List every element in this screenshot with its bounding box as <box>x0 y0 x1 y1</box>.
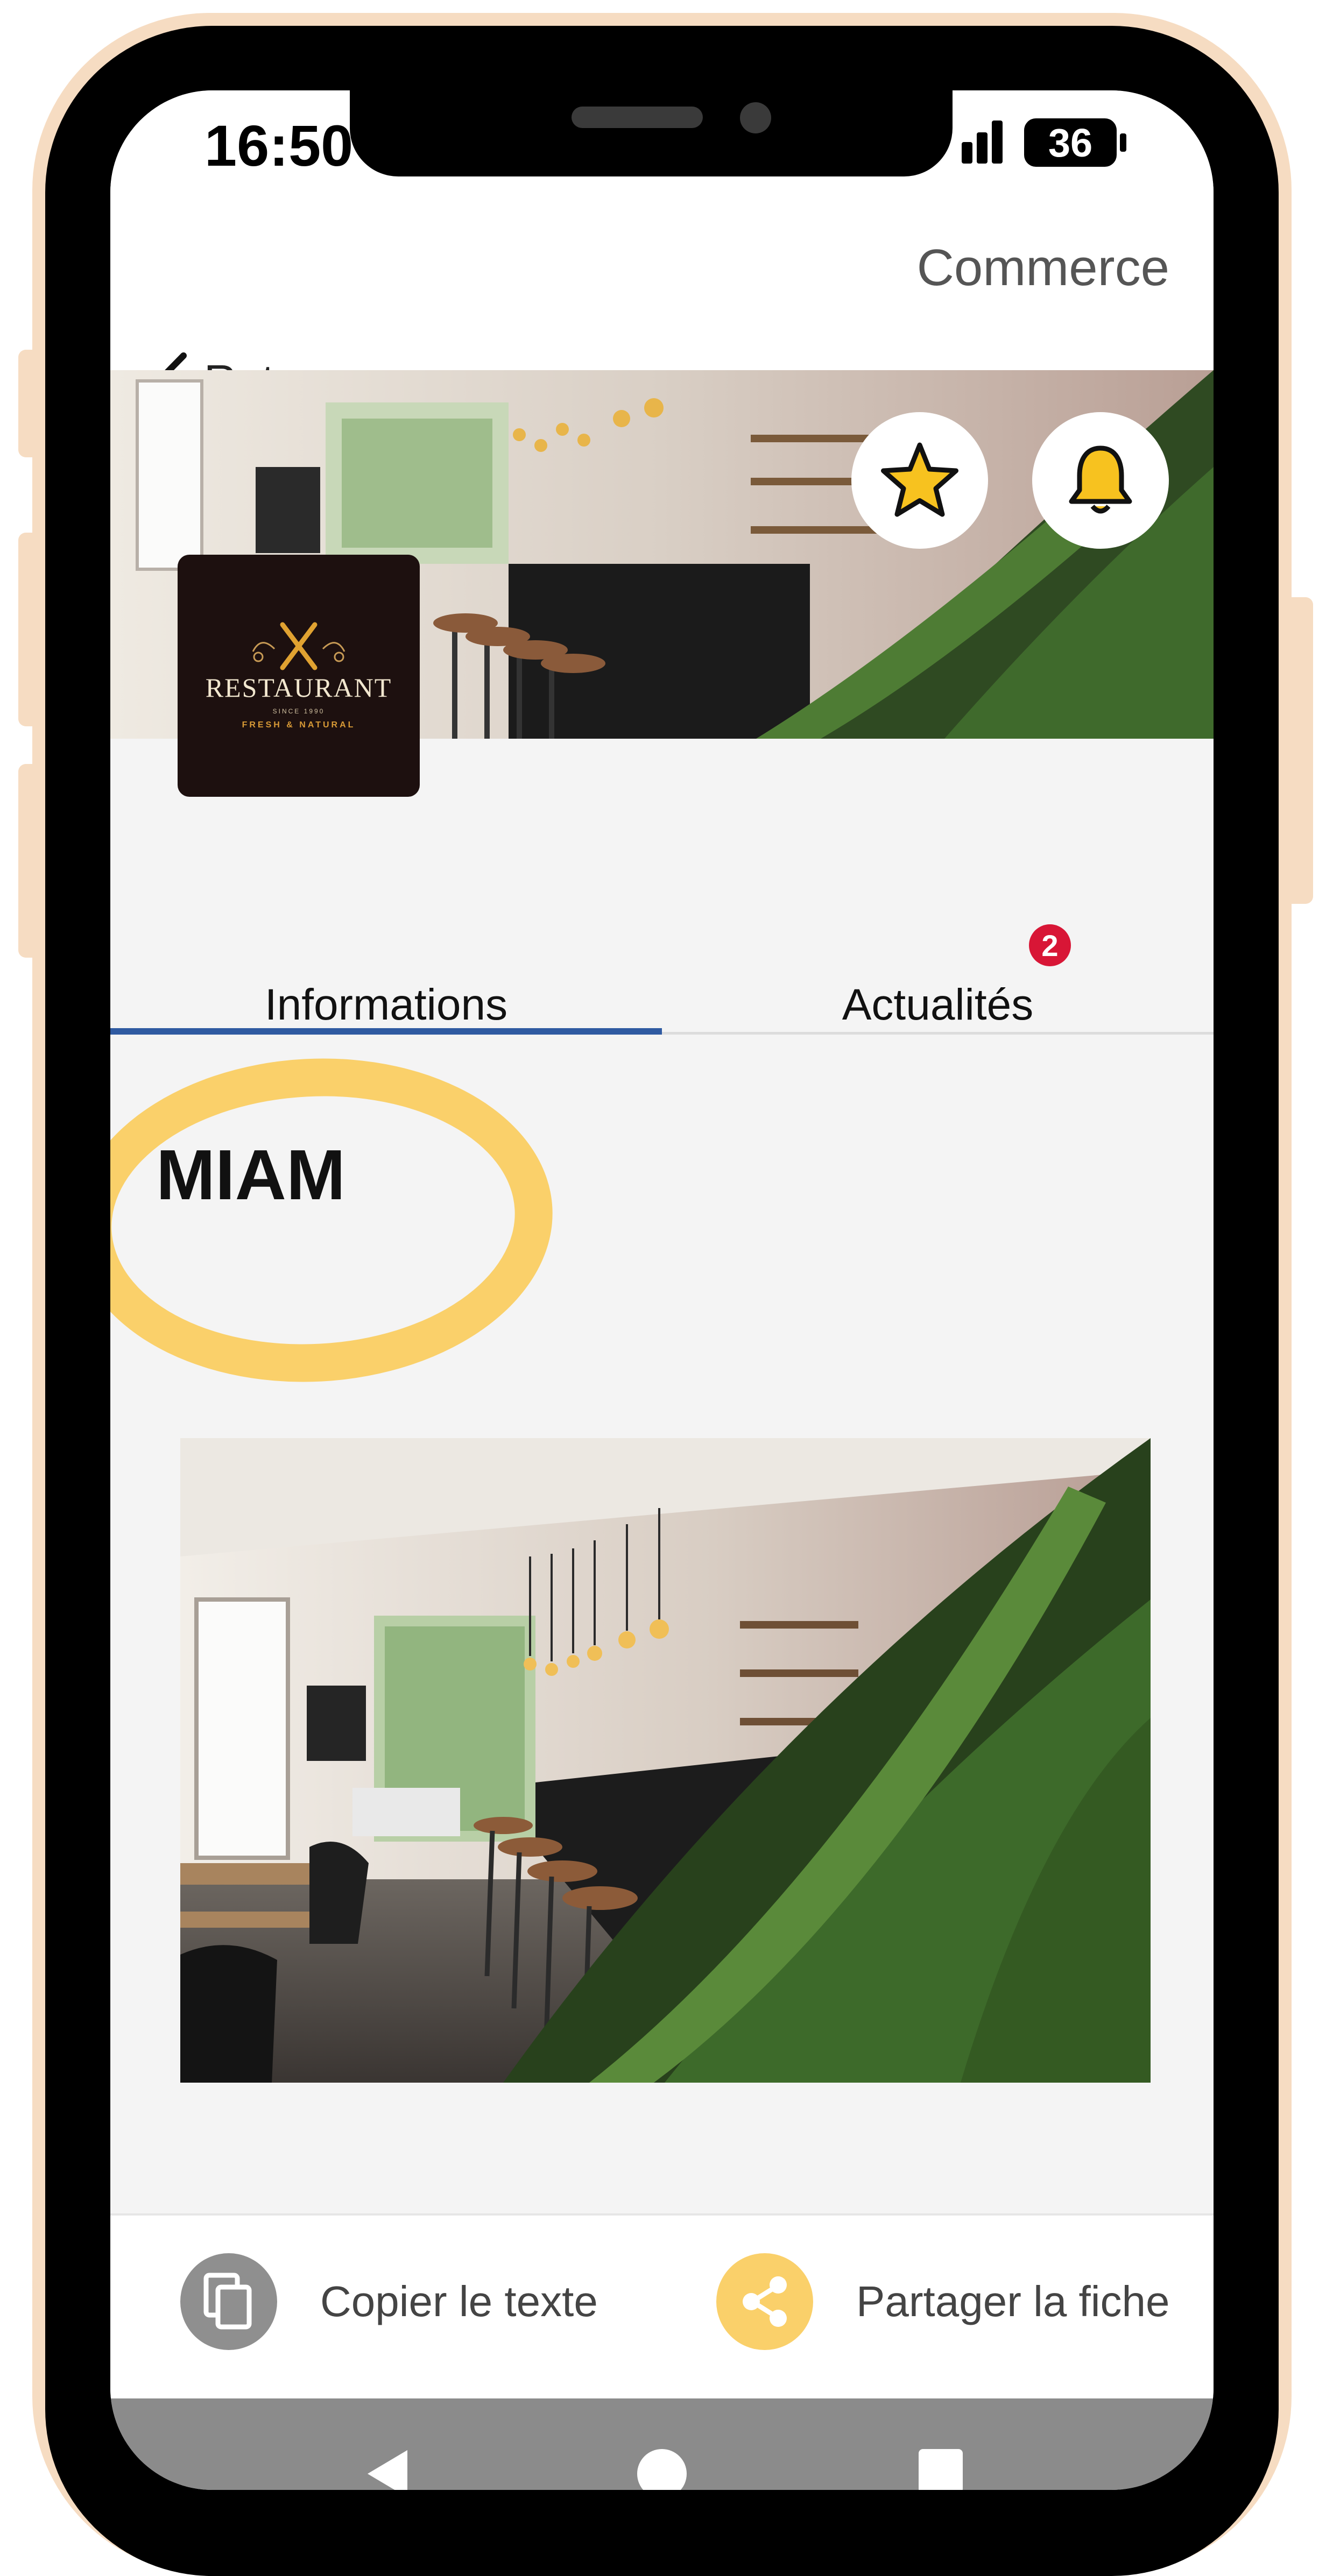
business-photo <box>180 1438 1151 2083</box>
copy-text-label: Copier le texte <box>320 2277 598 2325</box>
news-count-badge: 2 <box>1029 924 1071 966</box>
battery-tip <box>1120 133 1126 152</box>
restaurant-logo: RESTAURANT SINCE 1990 FRESH & NATURAL <box>178 555 420 797</box>
highlight-circle <box>110 1046 561 1394</box>
bell-icon <box>1069 445 1132 514</box>
signal-icon <box>962 121 1005 164</box>
app-screen: 16:50 36 Retour Commerce <box>110 90 1214 2490</box>
battery-icon: 36 <box>1024 118 1117 167</box>
nav-recents-icon[interactable] <box>916 2447 965 2490</box>
speaker-grille <box>572 107 703 128</box>
system-navigation-bar <box>110 2398 1214 2490</box>
front-camera <box>740 102 771 133</box>
copy-text-button[interactable]: Copier le texte <box>180 2253 598 2350</box>
business-name: MIAM <box>156 1135 345 1214</box>
notification-button[interactable] <box>1032 412 1169 549</box>
status-time: 16:50 <box>204 113 354 178</box>
share-icon <box>716 2253 813 2350</box>
share-sheet-button[interactable]: Partager la fiche <box>716 2253 1170 2350</box>
logo-since: SINCE 1990 <box>272 707 325 715</box>
nav-home-icon[interactable] <box>635 2447 689 2490</box>
favorite-button[interactable] <box>851 412 988 549</box>
tab-bar: Informations Actualités <box>110 957 1214 1053</box>
nav-back-icon[interactable] <box>363 2447 412 2490</box>
fork-knife-icon <box>252 622 345 670</box>
tab-informations[interactable]: Informations <box>110 957 662 1053</box>
active-tab-indicator <box>110 1028 662 1035</box>
star-icon <box>881 442 958 517</box>
restaurant-interior-photo <box>180 1438 1151 2083</box>
battery-level: 36 <box>1048 120 1093 165</box>
logo-wordmark: RESTAURANT <box>205 673 392 703</box>
tab-actualites[interactable]: Actualités <box>662 957 1214 1053</box>
action-bar: Copier le texte Partager la fiche <box>110 2213 1214 2398</box>
copy-icon <box>180 2253 277 2350</box>
side-button-power <box>1275 597 1313 904</box>
logo-tagline: FRESH & NATURAL <box>242 720 356 730</box>
tab-divider <box>662 1032 1214 1035</box>
page-title: Commerce <box>916 239 1169 296</box>
camera-notch <box>350 90 953 176</box>
share-sheet-label: Partager la fiche <box>856 2277 1170 2325</box>
